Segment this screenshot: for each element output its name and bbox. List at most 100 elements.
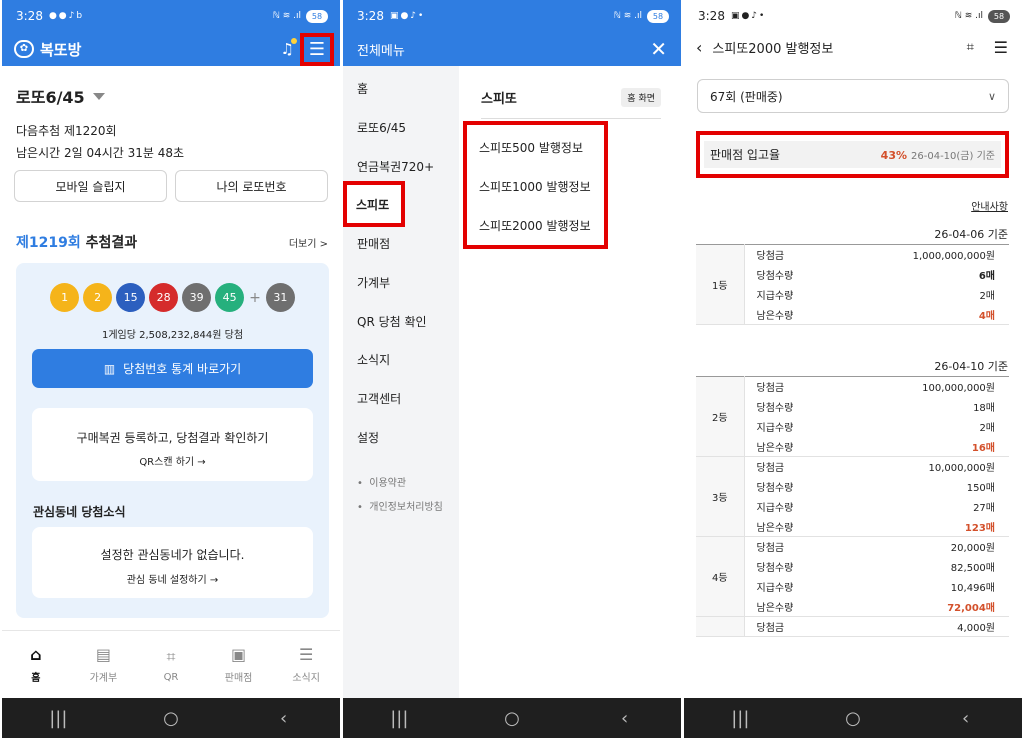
stock-rate-label: 판매점 입고율 [710,148,781,162]
winning-ball: 2 [83,283,113,312]
prize-value: 4,000원 [844,616,1009,637]
privacy-link[interactable]: • 개인정보처리방침 [357,498,443,513]
close-icon[interactable]: ✕ [650,37,667,61]
signal-icons: ℕ ≋ .ıl [954,11,983,21]
more-link[interactable]: 더보기 > [289,235,328,250]
section-divider [481,118,661,119]
status-bar: 3:28 ▣●♪• ℕ ≋ .ıl 58 [684,0,1022,32]
menu-title: 전체메뉴 [357,43,405,59]
section-title: 스피또 [481,92,517,107]
speetto-info-screen: 3:28 ▣●♪• ℕ ≋ .ıl 58 ‹ 스피또2000 발행정보 ⌗ ☰ … [684,0,1022,738]
tab-ledger[interactable]: ▤ 가계부 [70,631,138,698]
winning-balls: 1 2 15 28 39 45 +31 [16,283,329,312]
prize-key: 남은수량 [744,516,844,537]
home-circle-icon[interactable]: ○ [141,708,201,729]
terms-link[interactable]: • 이용약관 [357,474,406,489]
menu-item-settings[interactable]: 설정 [357,429,379,446]
home-screen-chip[interactable]: 홈 화면 [621,88,661,107]
menu-button[interactable]: ☰ [300,33,334,66]
menu-item-store[interactable]: 판매점 [357,235,390,252]
full-menu-screen: 3:28 ▣●♪• ℕ ≋ .ıl 58 전체메뉴 ✕ 홈 로또6/45 연금복… [343,0,681,738]
tab-news[interactable]: ☰ 소식지 [272,631,340,698]
back-icon[interactable]: ‹ [595,708,655,729]
menu-item-pension[interactable]: 연금복권720+ [357,158,434,175]
recent-apps-icon[interactable]: ||| [28,708,88,729]
menu-item-news[interactable]: 소식지 [357,351,390,368]
battery-icon: 58 [647,9,669,23]
system-nav-bar: ||| ○ ‹ [2,698,340,738]
round-dropdown[interactable]: 67회 (판매중) ∨ [697,79,1009,113]
submenu-speetto500[interactable]: 스피또500 발행정보 [479,139,583,156]
prize-value: 6매 [978,271,995,282]
prize-value: 10,496매 [950,583,995,594]
back-arrow-icon[interactable]: ‹ [696,38,702,57]
my-numbers-button[interactable]: 나의 로또번호 [175,170,328,202]
prize-value: 100,000,000원 [922,383,995,395]
prize-key: 당첨수량 [756,483,794,494]
menu-item-ledger[interactable]: 가계부 [357,274,390,291]
menu-item-home[interactable]: 홈 [357,80,368,97]
menu-item-support[interactable]: 고객센터 [357,390,401,407]
register-card[interactable]: 구매복권 등록하고, 당첨결과 확인하기 QR스캔 하기 → [32,408,313,481]
app-logo[interactable]: ✿ 복또방 [14,39,81,60]
hamburger-icon[interactable]: ☰ [994,38,1008,57]
prize-value: 18매 [973,403,995,414]
winning-ball: 45 [215,283,245,312]
menu-item-speetto[interactable]: 스피또 [343,181,405,227]
bell-icon[interactable]: ♫ [281,38,297,58]
prize-value: 2매 [979,423,995,434]
recent-apps-icon[interactable]: ||| [369,708,429,729]
prize-rank: 4등 [696,536,745,617]
tab-home[interactable]: ⌂ 홈 [2,631,70,698]
tab-qr[interactable]: ⌗ QR [137,631,205,698]
prize-key: 지급수량 [756,583,794,594]
submenu-speetto2000[interactable]: 스피또2000 발행정보 [479,217,591,234]
winning-ball: 15 [116,283,146,312]
stats-button[interactable]: ▥ 당첨번호 통계 바로가기 [32,349,313,388]
prize-value: 4매 [844,304,1009,325]
tab-label: QR [163,671,179,683]
date-label-first: 26-04-06 기준 [934,228,1008,241]
prize-table-second: 2등 당첨금 100,000,000원 당첨수량 18매 지급수량 2매 남은수량 16매 3등 당… [696,376,1009,637]
signal-icons: ℕ ≋ .ıl [272,11,301,21]
status-time: 3:28 [698,9,725,23]
prize-rank [696,616,745,637]
submenu-speetto1000[interactable]: 스피또1000 발행정보 [479,178,591,195]
neighborhood-set-link[interactable]: 관심 동네 설정하기 → [32,571,313,586]
submenu-highlight: 스피또500 발행정보 스피또1000 발행정보 스피또2000 발행정보 [463,121,608,249]
prize-value: 20,000원 [950,543,995,555]
prize-key: 남은수량 [744,436,844,457]
qr-scan-link[interactable]: QR스캔 하기 → [32,453,313,468]
system-nav-bar: ||| ○ ‹ [343,698,681,738]
menu-item-qr-check[interactable]: QR 당첨 확인 [357,313,427,330]
result-card: 1 2 15 28 39 45 +31 1게임당 2,508,232,844원 당첨 ▥ 당… [16,263,329,618]
status-bar: 3:28 ●●♪b ℕ ≋ .ıl 58 [2,0,340,32]
prize-key: 당첨금 [756,251,785,263]
home-circle-icon[interactable]: ○ [482,708,542,729]
notification-icons: ●●♪b [48,11,85,21]
neighborhood-card[interactable]: 설정한 관심동네가 없습니다. 관심 동네 설정하기 → [32,527,313,598]
date-label-second: 26-04-10 기준 [934,360,1008,373]
app-bar: ✿ 복또방 ♫ ☰ [2,32,340,66]
tab-store[interactable]: ▣ 판매점 [205,631,273,698]
menu-item-lotto[interactable]: 로또6/45 [357,119,406,136]
winning-ball: 1 [50,283,80,312]
prize-key: 당첨금 [744,616,844,637]
recent-apps-icon[interactable]: ||| [710,708,770,729]
back-icon[interactable]: ‹ [254,708,314,729]
back-icon[interactable]: ‹ [936,708,996,729]
bonus-ball: 31 [265,283,295,312]
home-icon: ⌂ [30,645,42,664]
prize-value: 123매 [844,516,1009,537]
qr-scan-icon[interactable]: ⌗ [967,40,974,55]
mobile-slip-button[interactable]: 모바일 슬립지 [14,170,167,202]
game-selector[interactable]: 로또6/45 [16,84,105,108]
home-circle-icon[interactable]: ○ [823,708,883,729]
result-suffix: 추첨결과 [80,235,138,251]
winning-ball: 39 [182,283,212,312]
notice-link[interactable]: 안내사항 [971,198,1008,213]
prize-key: 당첨수량 [756,271,794,282]
chart-icon: ▥ [103,361,116,376]
prize-row: 3등 당첨금 10,000,000원 [696,456,1009,537]
prize-value: 1,000,000,000원 [912,251,995,263]
